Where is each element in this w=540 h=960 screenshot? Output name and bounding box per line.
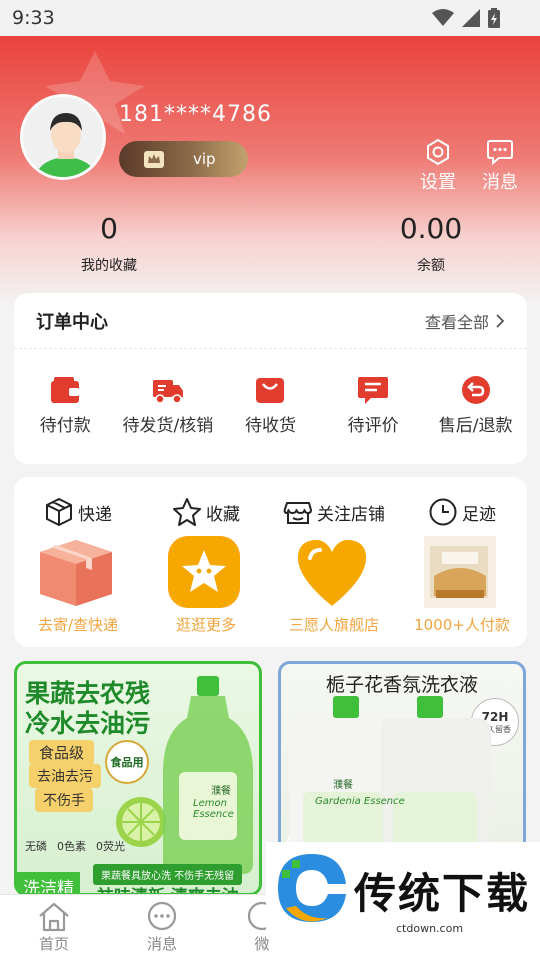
bread-product-image bbox=[424, 536, 496, 608]
watermark-overlay: 传统下载 ctdown.com bbox=[266, 842, 540, 938]
order-status-list: 待付款 待发货/核销 待收货 待评价 售后/退款 bbox=[14, 349, 527, 436]
vip-crown-icon bbox=[144, 151, 164, 168]
tab-messages[interactable]: 消息 bbox=[132, 901, 192, 954]
message-icon bbox=[487, 140, 513, 166]
favorites-star-image bbox=[168, 536, 240, 608]
feature-subtitle: 去寄/查快递 bbox=[37, 616, 119, 634]
product-feature-captions: 无磷 0色素 0荧光 bbox=[25, 838, 125, 854]
home-icon bbox=[39, 902, 69, 932]
order-item-label: 待付款 bbox=[39, 416, 91, 436]
tab-label: 首页 bbox=[38, 935, 69, 953]
order-item-label: 待评价 bbox=[347, 416, 399, 436]
tab-home[interactable]: 首页 bbox=[24, 901, 84, 954]
caption-no-phosphorus: 无磷 bbox=[25, 840, 47, 853]
dish-soap-tag: 洗洁精 bbox=[17, 872, 80, 893]
status-time: 9:33 bbox=[12, 7, 55, 29]
favorites-count: 0 bbox=[100, 212, 118, 245]
messages-button[interactable]: 消息 bbox=[478, 138, 522, 194]
watermark-url: ctdown.com bbox=[396, 922, 464, 935]
balance-label: 余额 bbox=[417, 258, 445, 274]
bottle-name: Gardenia Essence bbox=[315, 796, 405, 807]
battery-icon bbox=[488, 8, 500, 28]
truck-icon bbox=[152, 380, 183, 404]
vip-badge-button[interactable]: vip bbox=[119, 141, 248, 177]
order-item-label: 售后/退款 bbox=[438, 416, 513, 436]
comment-icon bbox=[358, 377, 389, 404]
order-item-label: 待收货 bbox=[244, 416, 296, 436]
user-phone: 181****4786 bbox=[119, 102, 272, 127]
features-card: 快递 去寄/查快递 收藏 逛逛更多 关注店铺 三愿人旗舰店 足迹 1000+人付… bbox=[14, 477, 527, 647]
bottle-brand: 濮餐 bbox=[211, 786, 231, 797]
return-icon bbox=[461, 376, 490, 404]
order-center-header: 订单中心 查看全部 bbox=[14, 293, 527, 349]
order-pending-review[interactable]: 待评价 bbox=[323, 375, 423, 436]
caption-no-fluorescence: 0荧光 bbox=[96, 840, 125, 853]
product-tag: 去油去污 bbox=[29, 764, 101, 788]
vip-label: vip bbox=[193, 150, 216, 168]
bag-icon bbox=[256, 378, 285, 403]
settings-icon bbox=[427, 138, 449, 166]
product-tag: 食品级 bbox=[29, 740, 95, 765]
status-bar: 9:33 bbox=[0, 0, 540, 36]
view-all-orders-link[interactable]: 查看全部 bbox=[425, 309, 505, 333]
watermark-logo-icon bbox=[278, 854, 346, 922]
settings-button[interactable]: 设置 bbox=[416, 138, 460, 194]
box-icon bbox=[46, 498, 72, 526]
order-center-card: 订单中心 查看全部 待付款 待发货/核销 待收货 待评价 售后/退款 bbox=[14, 293, 527, 464]
bottle-name: Lemon Essence bbox=[193, 798, 234, 820]
messages-label: 消息 bbox=[482, 172, 518, 193]
feature-title: 关注店铺 bbox=[317, 504, 385, 525]
wallet-icon bbox=[51, 377, 80, 403]
product-tag: 不伤手 bbox=[35, 788, 93, 812]
bottle-brand: 濮餐 bbox=[333, 780, 353, 791]
avatar[interactable] bbox=[20, 94, 106, 180]
store-icon bbox=[283, 502, 312, 524]
clock-icon bbox=[429, 498, 457, 526]
feature-subtitle: 1000+人付款 bbox=[414, 616, 510, 634]
settings-label: 设置 bbox=[420, 172, 456, 193]
feature-subtitle: 三愿人旗舰店 bbox=[288, 616, 379, 634]
order-after-sales[interactable]: 售后/退款 bbox=[426, 375, 526, 436]
feature-subtitle: 逛逛更多 bbox=[175, 616, 236, 634]
product-card-dish-soap[interactable]: 果蔬去农残 冷水去油污 食品级 去油去污 不伤手 食品用 濮餐 Lemon Es… bbox=[14, 661, 262, 896]
wifi-icon bbox=[432, 9, 454, 26]
balance-value: 0.00 bbox=[399, 212, 463, 245]
signal-icon bbox=[462, 9, 480, 27]
feature-title: 足迹 bbox=[462, 504, 496, 525]
food-grade-badge: 食品用 bbox=[105, 740, 149, 784]
balance-stat[interactable]: 0.00 余额 bbox=[361, 212, 501, 275]
favorites-stat[interactable]: 0 我的收藏 bbox=[39, 212, 179, 275]
order-pending-payment[interactable]: 待付款 bbox=[15, 375, 115, 436]
order-item-label: 待发货/核销 bbox=[122, 416, 214, 436]
feature-title: 快递 bbox=[78, 504, 112, 525]
status-icons bbox=[432, 8, 500, 28]
product-headline: 冷水去油污 bbox=[25, 709, 151, 738]
view-all-label: 查看全部 bbox=[424, 312, 489, 332]
feature-title: 收藏 bbox=[206, 504, 240, 525]
chevron-right-icon bbox=[496, 313, 505, 328]
watermark-text: 传统下载 bbox=[354, 869, 531, 918]
dish-soap-bottle-image bbox=[163, 676, 253, 874]
heart-image bbox=[297, 539, 367, 606]
order-center-title: 订单中心 bbox=[36, 311, 108, 333]
order-pending-receipt[interactable]: 待收货 bbox=[220, 375, 320, 436]
tab-label: 消息 bbox=[146, 935, 177, 953]
parcel-box-image bbox=[40, 540, 112, 606]
chat-icon bbox=[147, 901, 177, 931]
order-pending-shipment[interactable]: 待发货/核销 bbox=[118, 375, 218, 436]
caption-no-pigment: 0色素 bbox=[57, 840, 86, 853]
favorites-label: 我的收藏 bbox=[81, 258, 137, 274]
star-icon bbox=[173, 498, 201, 526]
